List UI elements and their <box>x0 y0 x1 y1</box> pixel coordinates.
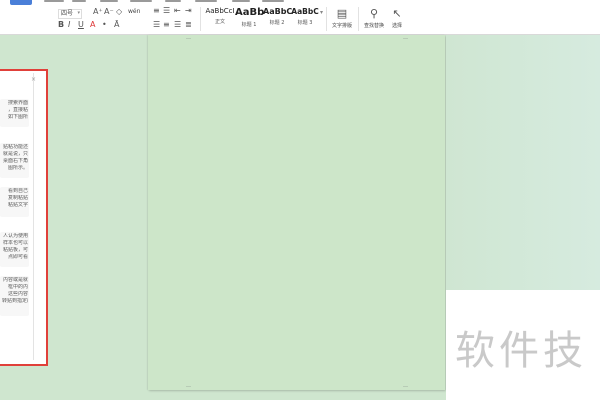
document-canvas-right <box>446 35 600 290</box>
grow-font-icon[interactable]: A⁺ <box>93 8 103 16</box>
tip-text: 框中的内 <box>7 284 28 290</box>
tip-card[interactable]: 人认为使用 样本也可以 粘贴板，可 点即可看 <box>0 232 29 267</box>
decrease-indent-icon[interactable]: ⇤ <box>174 7 181 15</box>
style-heading-1[interactable]: AaBb 标题 1 <box>235 7 265 29</box>
bullet-list-icon[interactable]: ≡ <box>153 7 160 15</box>
clear-format-icon[interactable]: ◇ <box>116 8 122 16</box>
find-replace-label: 查找替换 <box>363 23 384 29</box>
tip-text: 粘贴板，可 <box>2 247 28 253</box>
tip-card[interactable]: 看到自己 复制粘贴 粘贴文字 <box>0 187 29 217</box>
separator <box>358 7 359 31</box>
tab-fragment[interactable] <box>72 0 86 2</box>
tab-fragment[interactable] <box>100 0 118 2</box>
style-caption: 标题 1 <box>241 22 257 28</box>
chevron-down-icon: ▾ <box>77 10 81 16</box>
select-label: 选择 <box>391 23 402 29</box>
align-left-icon[interactable]: ☰ <box>153 21 160 29</box>
tab-fragment[interactable] <box>232 0 250 2</box>
font-size-value: 四号 <box>61 10 74 17</box>
tab-fragment[interactable] <box>262 0 284 2</box>
crop-mark <box>403 386 408 391</box>
tab-fragment[interactable] <box>165 0 181 2</box>
task-pane-body: × 搜索界面 ，直接粘 如下图所 贴粘功能还 就是说，只 桌面右下角 图所示。 … <box>0 73 36 360</box>
style-preview: AaBbCcI <box>205 7 235 15</box>
crop-mark <box>186 386 191 391</box>
style-preview: AaBbC <box>263 7 293 16</box>
crop-mark <box>403 34 408 39</box>
style-heading-3[interactable]: AaBbC 标题 3 <box>291 8 319 26</box>
tip-text: 看到自己 <box>7 188 28 194</box>
increase-indent-icon[interactable]: ⇥ <box>185 7 192 15</box>
font-color-icon[interactable]: A <box>90 21 95 29</box>
ribbon-tab-strip <box>0 0 600 5</box>
tip-text: 桌面右下角 <box>2 158 28 164</box>
watermark-text: 软件技 <box>455 328 587 374</box>
watermark-overlay: 软件技 <box>446 290 600 400</box>
pinyin-guide-icon[interactable]: wén <box>128 9 140 15</box>
tip-text: 粘贴文字 <box>7 202 28 208</box>
tab-fragment[interactable] <box>195 0 217 2</box>
tip-text: 人认为使用 <box>2 233 28 239</box>
style-caption: 标题 3 <box>297 19 313 26</box>
ribbon-toolbar: 四号 ▾ A⁺ A⁻ ◇ wén ≡ ☰ ⇤ ⇥ B I U A • Ā ☰ ≡… <box>0 0 600 35</box>
active-tab-indicator[interactable] <box>10 0 32 5</box>
tab-fragment[interactable] <box>130 0 152 2</box>
clipboard-task-pane: × 搜索界面 ，直接粘 如下图所 贴粘功能还 就是说，只 桌面右下角 图所示。 … <box>0 69 48 366</box>
bold-icon[interactable]: B <box>58 21 64 29</box>
tip-text: 贴粘功能还 <box>2 144 28 150</box>
char-shading-icon[interactable]: Ā <box>114 21 119 29</box>
italic-icon[interactable]: I <box>68 21 70 29</box>
tip-text: 点即可看 <box>7 254 28 260</box>
pointer-icon: ↖ <box>392 7 402 20</box>
tip-text: 内容或是就 <box>2 277 28 283</box>
select-button[interactable]: ↖ 选择 <box>386 8 408 29</box>
tip-text: 这些内容 <box>7 291 28 297</box>
text-layout-button[interactable]: ▤ 文字排版 <box>328 8 356 29</box>
separator <box>326 7 327 31</box>
tip-text: 样本也可以 <box>2 240 28 246</box>
crop-mark <box>186 34 191 39</box>
tip-card[interactable]: 内容或是就 框中的内 这些内容 转贴到指定的 <box>0 276 29 316</box>
separator <box>200 7 201 31</box>
style-preview: AaBb <box>235 7 265 18</box>
style-heading-2[interactable]: AaBbC 标题 2 <box>263 7 293 27</box>
text-layout-label: 文字排版 <box>331 23 352 29</box>
text-layout-icon: ▤ <box>336 7 348 20</box>
tip-card[interactable]: 贴粘功能还 就是说，只 桌面右下角 图所示。 <box>0 143 29 178</box>
align-right-icon[interactable]: ☰ <box>174 21 181 29</box>
gallery-more-icon[interactable]: ▾ <box>320 10 323 16</box>
style-caption: 正文 <box>214 19 225 25</box>
tab-fragment[interactable] <box>44 0 64 2</box>
tip-text: 转贴到指定的 <box>2 298 28 304</box>
find-replace-button[interactable]: ⚲ 查找替换 <box>360 8 388 29</box>
tip-text: ，直接粘 <box>7 107 28 113</box>
tip-text: 图所示。 <box>7 165 28 171</box>
style-preview: AaBbC <box>291 7 319 16</box>
highlight-icon[interactable]: • <box>102 21 107 29</box>
numbered-list-icon[interactable]: ☰ <box>163 7 170 15</box>
tip-text: 搜索界面 <box>7 100 28 106</box>
style-normal[interactable]: AaBbCcI 正文 <box>205 7 235 26</box>
underline-icon[interactable]: U <box>78 21 84 29</box>
magnifier-icon: ⚲ <box>369 7 379 20</box>
tip-text: 就是说，只 <box>2 151 28 157</box>
document-page[interactable] <box>148 35 445 390</box>
close-icon[interactable]: × <box>31 77 36 83</box>
align-center-icon[interactable]: ≡ <box>163 21 170 29</box>
justify-icon[interactable]: ≣ <box>185 21 192 29</box>
tip-text: 如下图所 <box>7 114 28 120</box>
tip-text: 复制粘贴 <box>7 195 28 201</box>
font-size-select[interactable]: 四号 ▾ <box>58 9 83 19</box>
tip-card[interactable]: 搜索界面 ，直接粘 如下图所 <box>0 99 29 127</box>
style-caption: 标题 2 <box>269 20 285 26</box>
shrink-font-icon[interactable]: A⁻ <box>104 8 114 16</box>
